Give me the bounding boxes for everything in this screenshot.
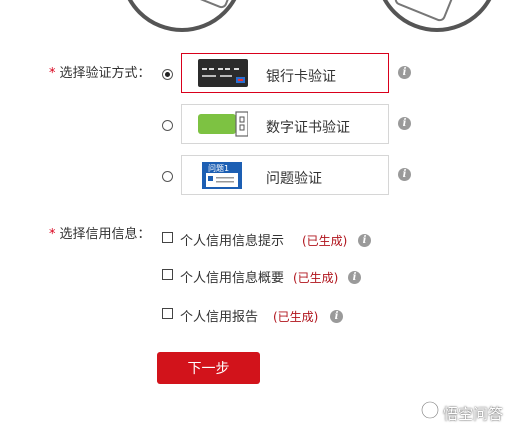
radio-digital-certificate[interactable] — [162, 120, 173, 131]
illustration-right — [375, 0, 499, 32]
info-icon[interactable]: i — [348, 271, 361, 284]
verification-method-label-text: 选择验证方式： — [59, 66, 151, 81]
watermark-logo-icon — [421, 401, 439, 419]
status-badge: (已生成) — [302, 234, 348, 248]
credit-option-label: 个人信用信息概要 — [180, 271, 285, 286]
info-icon[interactable]: i — [330, 310, 343, 323]
radio-bank-card[interactable] — [162, 69, 173, 80]
credit-info-label-text: 选择信用信息： — [59, 227, 151, 242]
method-label: 问题验证 — [266, 171, 322, 187]
illustration-left-shape — [180, 0, 236, 10]
required-mark: * — [49, 227, 56, 242]
digital-certificate-icon — [198, 111, 248, 137]
bank-card-icon — [198, 59, 248, 87]
checkbox-credit-summary[interactable] — [162, 269, 173, 280]
illustration-right-shape — [392, 0, 456, 23]
method-label: 银行卡验证 — [266, 69, 336, 85]
checkbox-credit-report[interactable] — [162, 308, 173, 319]
credit-info-label: * 选择信用信息： — [49, 223, 151, 242]
info-icon[interactable]: i — [398, 66, 411, 79]
status-badge: (已生成) — [293, 271, 339, 285]
verification-method-label: * 选择验证方式： — [49, 62, 151, 81]
required-mark: * — [49, 66, 56, 81]
radio-question[interactable] — [162, 171, 173, 182]
method-label: 数字证书验证 — [266, 120, 350, 136]
watermark-text: 悟空问答 — [443, 405, 504, 423]
question-document-icon: 问题1 — [202, 162, 242, 189]
info-icon[interactable]: i — [358, 234, 371, 247]
method-question[interactable]: 问题1 问题验证 — [181, 155, 389, 195]
illustration-left — [120, 0, 244, 32]
method-bank-card[interactable]: 银行卡验证 — [181, 53, 389, 93]
credit-option-label: 个人信用报告 — [180, 310, 259, 325]
question-icon-text: 问题1 — [208, 164, 229, 173]
method-digital-certificate[interactable]: 数字证书验证 — [181, 104, 389, 144]
status-badge: (已生成) — [273, 310, 319, 324]
info-icon[interactable]: i — [398, 117, 411, 130]
credit-option-label: 个人信用信息提示 — [180, 234, 285, 249]
next-step-button[interactable]: 下一步 — [157, 352, 260, 384]
info-icon[interactable]: i — [398, 168, 411, 181]
checkbox-credit-tip[interactable] — [162, 232, 173, 243]
